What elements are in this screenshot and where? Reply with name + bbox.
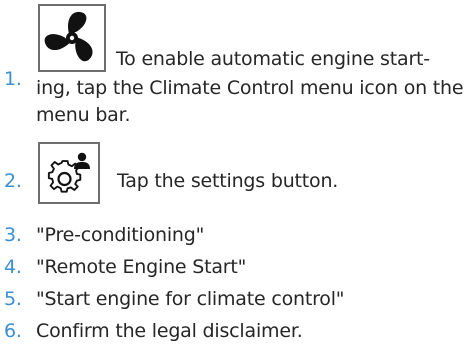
step-text: "Start engine for climate control" xyxy=(36,288,345,310)
step-number: 4. xyxy=(4,256,22,278)
settings-gear-person-icon xyxy=(47,152,90,193)
step-number: 6. xyxy=(4,320,22,342)
step-text: Confirm the legal disclaimer. xyxy=(36,320,303,342)
step-number: 1. xyxy=(4,68,22,90)
instruction-steps: 1. To enable automatic engine start- ing… xyxy=(0,0,466,358)
step-text: "Pre-conditioning" xyxy=(36,224,205,246)
step-text: "Remote Engine Start" xyxy=(36,256,247,278)
settings-button-icon xyxy=(38,142,100,204)
climate-control-menu-icon xyxy=(38,4,106,72)
step-text-continued: ing, tap the Climate Control menu icon o… xyxy=(36,77,464,126)
step-text-line1: To enable automatic engine start- xyxy=(116,48,430,70)
step-text: Tap the settings button. xyxy=(117,170,339,192)
step-number: 2. xyxy=(4,170,22,192)
step-2: 2. Tap the settings button. xyxy=(0,142,466,204)
fan-icon xyxy=(44,11,93,62)
step-number: 3. xyxy=(4,224,22,246)
step-1: 1. To enable automatic engine start- ing… xyxy=(0,0,466,130)
step-number: 5. xyxy=(4,288,22,310)
